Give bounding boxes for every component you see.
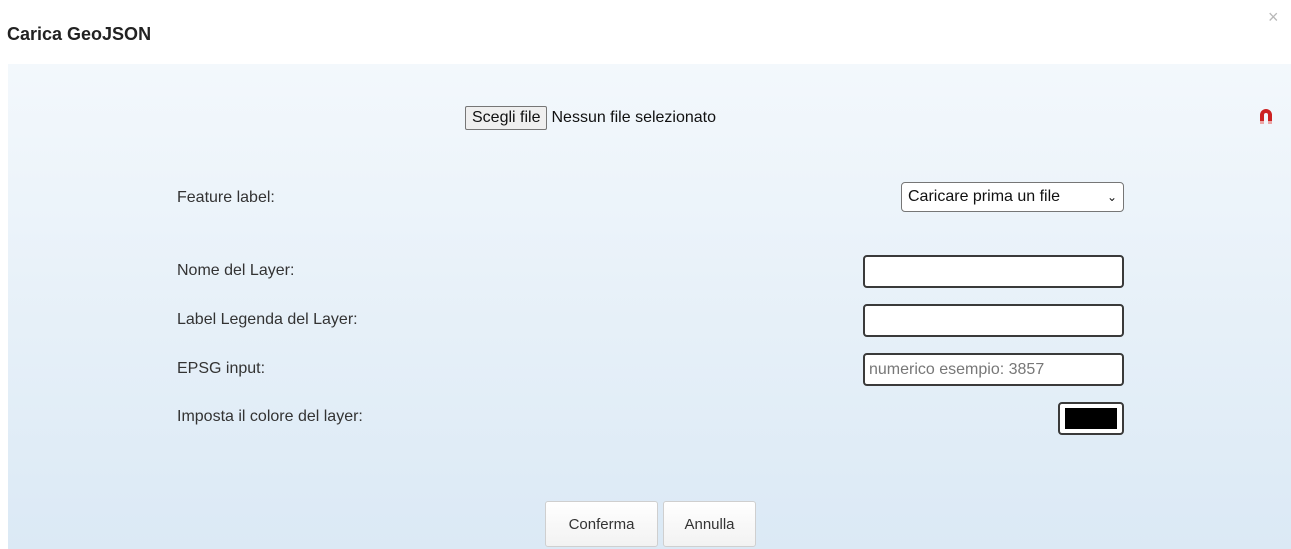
cancel-button[interactable]: Annulla (663, 501, 756, 547)
file-status: Nessun file selezionato (551, 109, 717, 126)
chevron-down-icon: ⌄ (1106, 190, 1117, 204)
layer-color-label: Imposta il colore del layer: (177, 408, 363, 425)
epsg-input[interactable] (863, 353, 1124, 386)
choose-file-button[interactable]: Scegli file (465, 106, 548, 130)
feature-label-select-value: Caricare prima un file (908, 188, 1061, 205)
legend-label-label: Label Legenda del Layer: (177, 311, 358, 328)
layer-name-label: Nome del Layer: (177, 262, 295, 279)
color-swatch-fill (1065, 408, 1117, 429)
feature-label-label: Feature label: (177, 189, 275, 206)
dialog-header: Carica GeoJSON × (0, 0, 1291, 64)
dialog-title: Carica GeoJSON (7, 24, 152, 44)
magnet-icon[interactable] (1258, 107, 1274, 125)
file-chooser: Scegli file Nessun file selezionato (465, 106, 716, 130)
confirm-button[interactable]: Conferma (545, 501, 658, 547)
epsg-label: EPSG input: (177, 360, 266, 377)
close-icon[interactable]: × (1268, 8, 1279, 26)
legend-label-input[interactable] (863, 304, 1124, 337)
layer-name-input[interactable] (863, 255, 1124, 288)
layer-color-picker[interactable] (1058, 402, 1124, 435)
feature-label-select[interactable]: Caricare prima un file ⌄ (901, 182, 1124, 212)
